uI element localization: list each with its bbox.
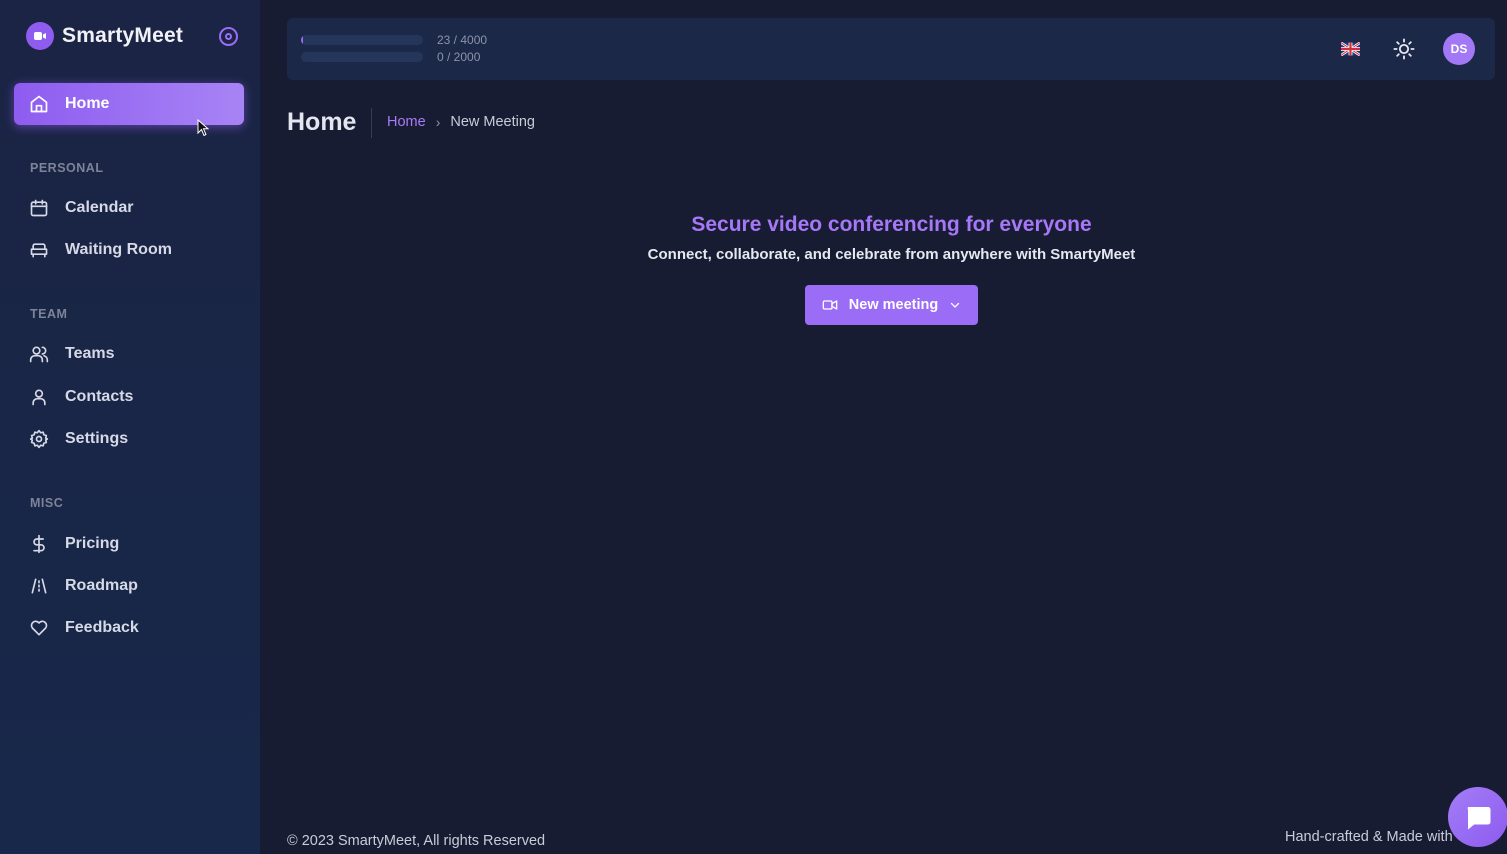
sidebar-item-pricing[interactable]: Pricing — [14, 523, 244, 565]
new-meeting-label: New meeting — [848, 297, 939, 313]
brand-name: SmartyMeet — [62, 24, 184, 47]
usage-meter-minutes: 23 / 4000 — [301, 33, 487, 47]
heart-icon — [30, 620, 48, 636]
breadcrumb-home-link[interactable]: Home — [387, 114, 426, 130]
section-label-personal: PERSONAL — [30, 161, 104, 175]
usage-text: 0 / 2000 — [437, 50, 481, 64]
sidebar-item-home[interactable]: Home — [14, 83, 244, 125]
usage-progress-bar — [301, 35, 423, 45]
brand-logo-icon — [26, 22, 54, 50]
footer-madewith: Hand-crafted & Made with — [1285, 829, 1453, 845]
dollar-icon — [33, 534, 45, 554]
sidebar-item-teams[interactable]: Teams — [14, 333, 244, 375]
sidebar-item-label: Settings — [65, 430, 129, 447]
theme-toggle-sun-icon[interactable] — [1393, 38, 1415, 60]
chat-support-button[interactable] — [1448, 787, 1507, 847]
hero-title: Secure video conferencing for everyone — [691, 213, 1092, 236]
sidebar-item-label: Roadmap — [65, 577, 138, 594]
breadcrumb-current: New Meeting — [450, 114, 535, 130]
footer-copyright: © 2023 SmartyMeet, All rights Reserved — [287, 833, 546, 849]
language-flag-uk-icon[interactable] — [1341, 42, 1360, 56]
sidebar-item-label: Contacts — [65, 388, 134, 405]
new-meeting-button[interactable]: New meeting — [805, 285, 978, 325]
sidebar-item-label: Pricing — [65, 535, 120, 552]
section-label-misc: MISC — [30, 496, 64, 510]
usage-text: 23 / 4000 — [437, 33, 488, 47]
top-bar: 23 / 4000 0 / 2000 DS — [287, 18, 1495, 80]
sidebar-item-feedback[interactable]: Feedback — [14, 607, 244, 649]
sidebar-item-label: Home — [65, 95, 110, 112]
sidebar-item-roadmap[interactable]: Roadmap — [14, 565, 244, 607]
road-icon — [31, 578, 47, 594]
mouse-cursor-icon — [197, 119, 209, 137]
sidebar-item-contacts[interactable]: Contacts — [14, 376, 244, 418]
chat-bubble-icon — [1467, 807, 1491, 830]
section-label-team: TEAM — [30, 307, 68, 321]
chevron-right-icon: › — [435, 114, 441, 130]
sidebar: SmartyMeet Home PERSONAL Calendar Waitin… — [0, 0, 260, 854]
page-title: Home — [287, 108, 357, 136]
home-icon — [30, 95, 48, 113]
hero-subtitle: Connect, collaborate, and celebrate from… — [647, 246, 1136, 263]
usage-meter-storage: 0 / 2000 — [301, 50, 480, 64]
gear-icon — [29, 429, 49, 449]
sidebar-item-settings[interactable]: Settings — [14, 418, 244, 460]
title-divider — [371, 108, 372, 138]
breadcrumb: Home › New Meeting — [387, 114, 535, 130]
usage-progress-bar — [301, 52, 423, 62]
brand[interactable]: SmartyMeet — [26, 22, 183, 50]
sidebar-item-label: Teams — [65, 345, 115, 362]
users-icon — [29, 346, 49, 363]
sidebar-item-label: Feedback — [65, 619, 139, 636]
sidebar-collapse-toggle-icon[interactable] — [219, 27, 238, 46]
user-icon — [32, 389, 46, 406]
chevron-down-icon[interactable] — [949, 299, 961, 311]
video-camera-icon — [822, 300, 838, 310]
user-avatar[interactable]: DS — [1443, 33, 1475, 65]
